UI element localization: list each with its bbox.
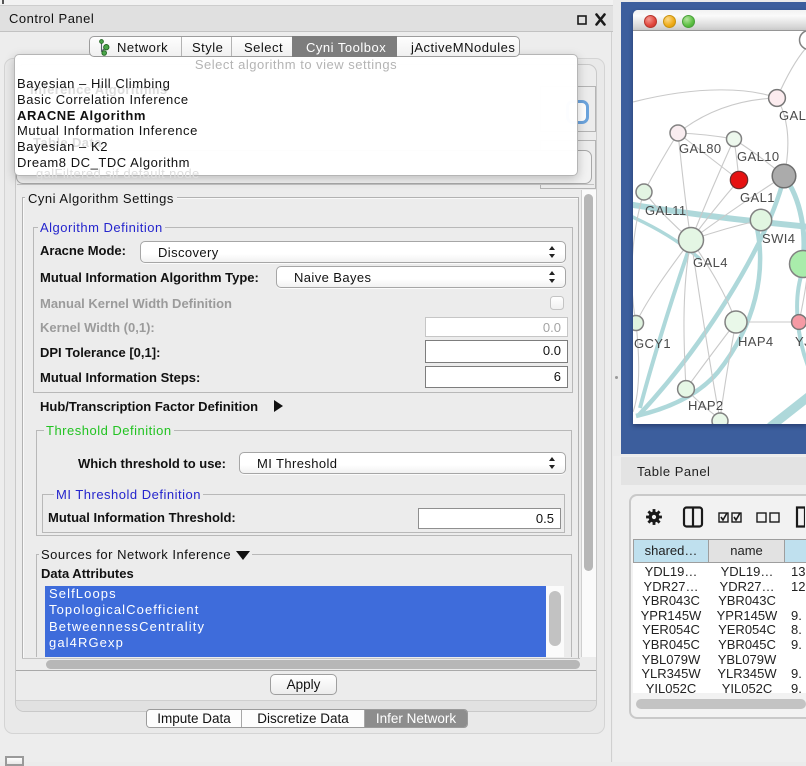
svg-text:GCY1: GCY1 [634, 336, 671, 351]
svg-text:GAL4: GAL4 [693, 255, 728, 270]
svg-text:GAL1: GAL1 [740, 190, 775, 205]
svg-text:SWI4: SWI4 [762, 231, 795, 246]
svg-text:HAP2: HAP2 [688, 398, 724, 413]
svg-text:GAL11: GAL11 [645, 203, 687, 218]
svg-text:GAL7: GAL7 [779, 108, 806, 123]
svg-text:GAL80: GAL80 [679, 141, 721, 156]
svg-text:GAL10: GAL10 [737, 149, 779, 164]
svg-text:HAP4: HAP4 [738, 334, 774, 349]
svg-text:YJ: YJ [795, 334, 806, 349]
